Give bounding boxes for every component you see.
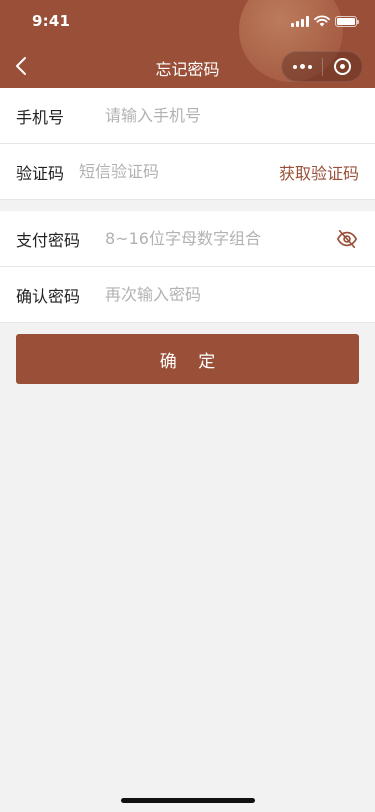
- form-group-verify: 手机号 验证码 获取验证码: [0, 88, 375, 200]
- status-time: 9:41: [32, 12, 71, 30]
- forgot-password-page: 9:41 忘记密码 手机号 请输入手机号 验证码 短信验证码 获取验证码 支付密…: [0, 0, 375, 812]
- battery-icon: [335, 15, 359, 27]
- get-code-button[interactable]: 获取验证码: [279, 160, 359, 184]
- phone-label: 手机号: [16, 107, 65, 127]
- home-indicator: [121, 798, 255, 803]
- more-button[interactable]: [282, 52, 322, 81]
- more-dots-icon: [292, 64, 297, 69]
- confirm-password-input[interactable]: [105, 285, 359, 304]
- target-close-icon: [333, 58, 351, 75]
- pay-password-label: 支付密码: [16, 230, 81, 250]
- phone-input[interactable]: [105, 106, 359, 125]
- pay-password-input[interactable]: [105, 229, 335, 248]
- mini-program-capsule: [281, 51, 363, 82]
- confirm-button[interactable]: 确 定: [16, 334, 359, 384]
- pay-password-row: 支付密码: [0, 211, 375, 267]
- code-input[interactable]: [78, 162, 279, 181]
- close-button[interactable]: [323, 52, 362, 81]
- wifi-icon: [314, 15, 330, 27]
- phone-row: 手机号: [0, 88, 375, 144]
- status-icons: [291, 15, 359, 27]
- header: 9:41 忘记密码: [0, 0, 375, 88]
- eye-off-icon: [337, 229, 357, 248]
- confirm-password-label: 确认密码: [16, 286, 81, 306]
- signal-icon: [291, 15, 309, 27]
- code-row: 验证码 获取验证码: [0, 144, 375, 200]
- code-label: 验证码: [16, 163, 65, 183]
- confirm-password-row: 确认密码: [0, 267, 375, 323]
- toggle-visibility-button[interactable]: [335, 227, 359, 251]
- form-group-password: 支付密码 确认密码: [0, 211, 375, 323]
